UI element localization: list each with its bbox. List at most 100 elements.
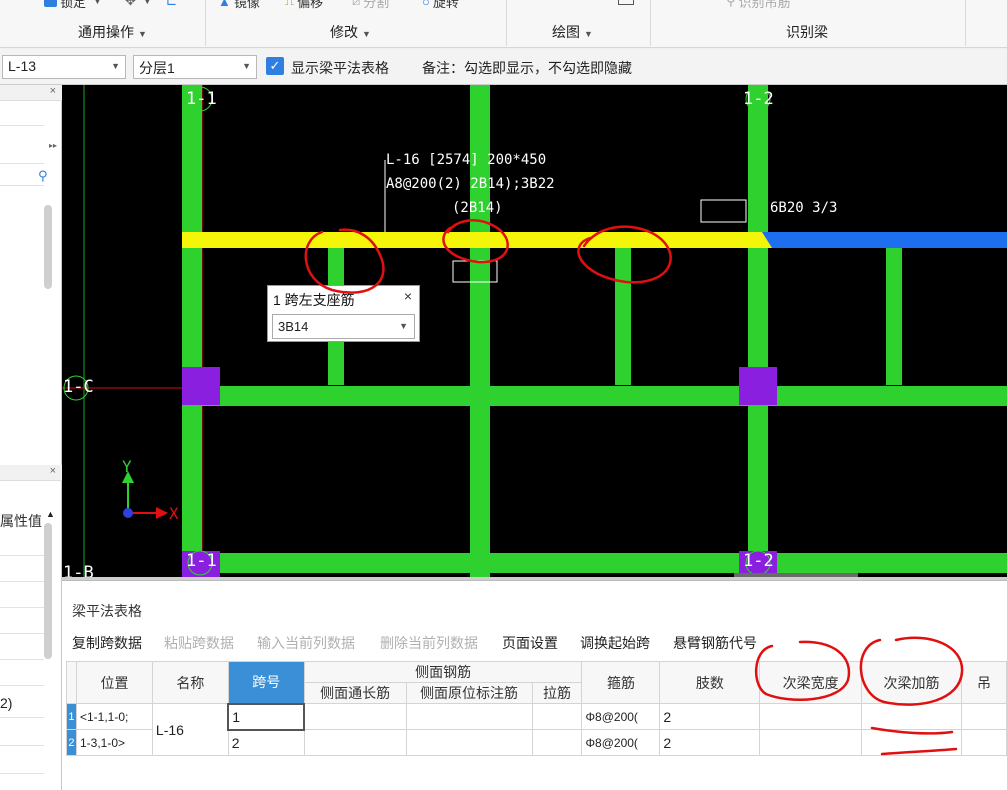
cad-canvas[interactable]: 1-1 1-2 1-C 1-1 1-2 1-B L-16 [2574] 200*… bbox=[62, 85, 1007, 577]
beam-annotation-line2: A8@200(2) 2B14);3B22 bbox=[386, 176, 555, 192]
hanger-cell[interactable] bbox=[961, 729, 1007, 756]
col-span[interactable]: 跨号 bbox=[227, 661, 305, 704]
col-hanger[interactable]: 吊 bbox=[961, 661, 1007, 704]
cantilever-code-button[interactable]: 悬臂钢筋代号 bbox=[673, 633, 757, 653]
input-column-button[interactable]: 输入当前列数据 bbox=[257, 633, 355, 653]
close-icon[interactable]: × bbox=[50, 85, 56, 97]
span-cell[interactable]: 2 bbox=[227, 729, 305, 756]
hanger-cell[interactable] bbox=[961, 703, 1007, 730]
col-legs[interactable]: 肢数 bbox=[659, 661, 761, 704]
col-position[interactable]: 位置 bbox=[75, 661, 153, 704]
divider bbox=[0, 185, 44, 186]
label-box bbox=[700, 199, 747, 223]
divider bbox=[0, 555, 44, 556]
paste-span-button[interactable]: 粘贴跨数据 bbox=[164, 633, 234, 653]
layer-select-value: 分层1 bbox=[139, 60, 175, 76]
legs-cell[interactable]: 2 bbox=[659, 729, 761, 756]
col-secondary-add[interactable]: 次梁加筋 bbox=[861, 661, 962, 704]
stirrup-cell[interactable]: Φ8@200( bbox=[581, 703, 661, 730]
offset-tool-label: 偏移 bbox=[297, 0, 324, 10]
close-icon[interactable]: × bbox=[50, 465, 56, 477]
axis-label-middle-left: 1-C bbox=[63, 377, 94, 397]
col-side-mark[interactable]: 侧面原位标注筋 bbox=[405, 682, 533, 704]
chevron-down-icon: ▼ bbox=[399, 321, 408, 331]
copy-span-button[interactable]: 复制跨数据 bbox=[72, 633, 142, 653]
secondary-width-cell[interactable] bbox=[759, 703, 863, 730]
divider bbox=[0, 659, 44, 660]
table-row[interactable]: 1 <1-1,1-0; L-16 1 Φ8@200( 2 bbox=[66, 702, 1007, 756]
divider bbox=[205, 0, 206, 46]
span-cell[interactable]: 1 bbox=[227, 702, 306, 731]
beam bbox=[748, 85, 768, 577]
scroll-up-icon[interactable]: ▲ bbox=[46, 509, 55, 519]
ribbon: 锁定 ▼ ✥ ▼ ⊏ ▲ 镜像 ⎍ 偏移 ⧄ 分割 ○ 旋转 ⚲ 识别吊筋 通用… bbox=[0, 0, 1007, 48]
delete-column-button[interactable]: 删除当前列数据 bbox=[380, 633, 478, 653]
beam bbox=[182, 85, 202, 577]
row-number[interactable]: 1 bbox=[66, 703, 77, 730]
tie-cell[interactable] bbox=[531, 729, 583, 756]
note-text: 备注：勾选即显示，不勾选即隐藏 bbox=[422, 60, 632, 76]
stirrup-cell[interactable]: Φ8@200( bbox=[581, 729, 661, 756]
secondary-width-cell[interactable] bbox=[759, 729, 863, 756]
chevron-down-icon: ▼ bbox=[362, 29, 371, 39]
side-mark-cell[interactable] bbox=[405, 703, 533, 730]
col-name[interactable]: 名称 bbox=[151, 661, 229, 704]
align-tool[interactable]: ✥ ▼ bbox=[125, 0, 152, 10]
axis-label-bottom-edge: 1-B bbox=[63, 563, 94, 577]
side-mark-cell[interactable] bbox=[405, 729, 533, 756]
draw-tool[interactable] bbox=[618, 0, 634, 10]
search-icon[interactable]: ⚲ bbox=[38, 168, 48, 184]
secondary-add-cell[interactable] bbox=[861, 703, 962, 730]
axis-label-top-left: 1-1 bbox=[186, 89, 217, 109]
layer-select[interactable]: 分层1 ▼ bbox=[133, 55, 257, 79]
col-stirrup[interactable]: 箍筋 bbox=[581, 661, 661, 704]
lock-tool[interactable]: 锁定 ▼ bbox=[44, 0, 102, 10]
swap-start-span-button[interactable]: 调换起始跨 bbox=[580, 633, 650, 653]
mirror-tool[interactable]: ▲ 镜像 bbox=[218, 0, 260, 10]
page-setup-button[interactable]: 页面设置 bbox=[502, 633, 558, 653]
divider bbox=[0, 633, 44, 634]
secondary-add-cell[interactable] bbox=[861, 729, 962, 756]
position-cell[interactable]: 1-3,1-0> bbox=[75, 729, 153, 756]
mirror-icon: ▲ bbox=[218, 0, 231, 9]
beam-span bbox=[762, 232, 1007, 248]
col-secondary-width[interactable]: 次梁宽度 bbox=[759, 661, 863, 704]
x-axis-label: X bbox=[169, 504, 179, 523]
show-table-checkbox[interactable]: ✓ bbox=[266, 57, 284, 75]
side-long-cell[interactable] bbox=[303, 703, 407, 730]
identify-hanger-tool[interactable]: ⚲ 识别吊筋 bbox=[726, 0, 791, 10]
scrollbar[interactable] bbox=[44, 523, 52, 659]
position-cell[interactable]: <1-1,1-0; bbox=[75, 703, 153, 730]
mirror-tool-label: 镜像 bbox=[233, 0, 260, 10]
show-table-label[interactable]: 显示梁平法表格 bbox=[291, 58, 389, 78]
side-long-cell[interactable] bbox=[303, 729, 407, 756]
divider bbox=[0, 685, 44, 686]
beam bbox=[886, 245, 902, 385]
col-tie[interactable]: 拉筋 bbox=[531, 682, 583, 704]
axis-label-top-right: 1-2 bbox=[743, 89, 774, 109]
extend-tool[interactable]: ⊏ bbox=[166, 0, 177, 10]
tie-cell[interactable] bbox=[531, 703, 583, 730]
beam-annotation-line3: (2B14) bbox=[452, 200, 503, 216]
group-modify: 修改 ▼ bbox=[330, 24, 371, 40]
support-rebar-select[interactable]: 3B14 ▼ bbox=[272, 314, 415, 339]
split-tool[interactable]: ⧄ 分割 bbox=[352, 0, 389, 10]
chevron-down-icon: ▼ bbox=[93, 0, 102, 6]
y-axis-label: Y bbox=[122, 457, 132, 476]
lock-icon bbox=[44, 0, 57, 7]
chevron-down-icon: ▼ bbox=[138, 29, 147, 39]
name-cell[interactable]: L-16 bbox=[151, 703, 229, 756]
selected-beam bbox=[182, 232, 762, 248]
legs-cell[interactable]: 2 bbox=[659, 703, 761, 730]
offset-tool[interactable]: ⎍ 偏移 bbox=[285, 0, 323, 10]
rownum-header bbox=[66, 661, 77, 704]
close-icon[interactable]: × bbox=[404, 288, 412, 304]
col-side-long[interactable]: 侧面通长筋 bbox=[303, 682, 407, 704]
expand-icon[interactable]: ▸▸ bbox=[49, 141, 57, 150]
floor-select[interactable]: L-13 ▼ bbox=[2, 55, 126, 79]
origin-dot bbox=[123, 508, 133, 518]
scrollbar[interactable] bbox=[44, 205, 52, 289]
row-number[interactable]: 2 bbox=[66, 729, 77, 756]
property-header: 属性值 bbox=[0, 513, 42, 529]
rotate-tool[interactable]: ○ 旋转 bbox=[422, 0, 459, 10]
